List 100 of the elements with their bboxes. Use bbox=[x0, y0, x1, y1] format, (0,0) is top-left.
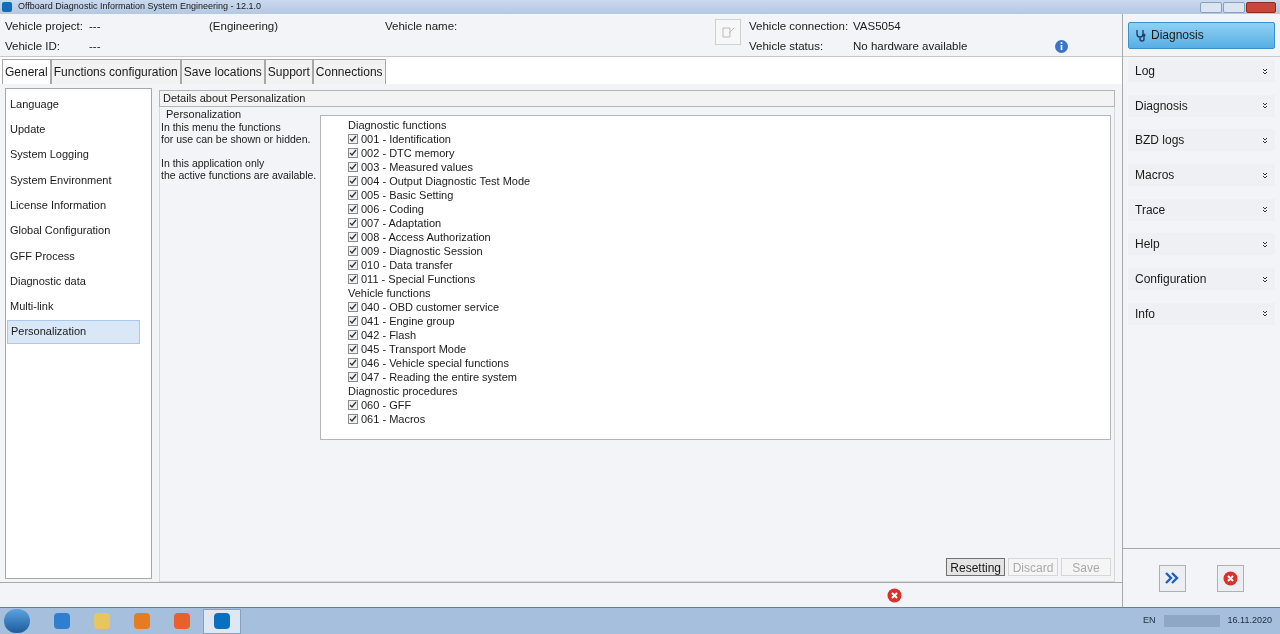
group-title: Personalization bbox=[166, 108, 243, 121]
checkbox[interactable] bbox=[348, 134, 358, 144]
checkbox[interactable] bbox=[348, 274, 358, 284]
checkbox[interactable] bbox=[348, 316, 358, 326]
checkbox[interactable] bbox=[348, 372, 358, 382]
chevron-icon bbox=[1262, 275, 1268, 283]
chevron-icon bbox=[1262, 136, 1268, 144]
function-label: 061 - Macros bbox=[361, 411, 426, 427]
tab[interactable]: Connections bbox=[312, 59, 386, 84]
pencil-icon bbox=[721, 25, 735, 39]
panel-section[interactable]: Log bbox=[1128, 60, 1275, 82]
panel-section[interactable]: Info bbox=[1128, 302, 1275, 325]
nav-item[interactable]: GFF Process bbox=[7, 243, 140, 268]
function-label: 005 - Basic Setting bbox=[361, 187, 454, 203]
field-value: --- bbox=[89, 19, 102, 35]
panel-section[interactable]: Trace bbox=[1128, 198, 1275, 221]
panel-section[interactable]: Configuration bbox=[1128, 268, 1275, 291]
checkbox[interactable] bbox=[348, 260, 358, 270]
checkbox[interactable] bbox=[348, 176, 358, 186]
panel-section[interactable]: Macros bbox=[1128, 164, 1275, 187]
function-label: 045 - Transport Mode bbox=[361, 341, 467, 357]
field-label: Vehicle ID: bbox=[5, 39, 61, 55]
function-label: 002 - DTC memory bbox=[361, 145, 455, 161]
checkbox[interactable] bbox=[348, 218, 358, 228]
group-heading: Diagnostic functions bbox=[348, 118, 448, 132]
chevron-icon bbox=[1262, 310, 1268, 318]
forward-button[interactable] bbox=[1158, 564, 1186, 592]
field-label: Vehicle name: bbox=[385, 19, 459, 35]
nav-item[interactable]: System Logging bbox=[7, 142, 140, 167]
chevron-icon bbox=[1262, 240, 1268, 248]
double-chevron-icon bbox=[1164, 571, 1181, 585]
field-label: Vehicle connection: bbox=[749, 19, 850, 35]
chevron-icon bbox=[1262, 67, 1268, 75]
diagnosis-mode-button[interactable]: Diagnosis bbox=[1128, 21, 1275, 49]
function-label: 047 - Reading the entire system bbox=[361, 369, 517, 385]
chevron-icon bbox=[1262, 102, 1268, 110]
stethoscope-icon bbox=[1134, 28, 1148, 42]
checkbox[interactable] bbox=[348, 344, 358, 354]
nav-item[interactable]: Personalization bbox=[7, 319, 140, 344]
checkbox[interactable] bbox=[348, 414, 358, 424]
start-button[interactable] bbox=[4, 609, 30, 633]
close-button[interactable] bbox=[1217, 564, 1245, 592]
checkbox[interactable] bbox=[348, 302, 358, 312]
checkbox[interactable] bbox=[348, 232, 358, 242]
tab[interactable]: Save locations bbox=[180, 59, 265, 84]
nav-item[interactable]: License Information bbox=[7, 193, 140, 218]
tab[interactable]: Support bbox=[264, 59, 313, 84]
clock-date[interactable]: 16.11.2020 bbox=[1227, 614, 1272, 628]
panel-section[interactable]: BZD logs bbox=[1128, 129, 1275, 152]
language-indicator[interactable]: EN bbox=[1143, 614, 1156, 628]
chevron-icon bbox=[1262, 171, 1268, 179]
checkbox[interactable] bbox=[348, 204, 358, 214]
info-icon[interactable] bbox=[1054, 39, 1069, 54]
field-label: Vehicle project: bbox=[5, 19, 84, 35]
function-label: 060 - GFF bbox=[361, 397, 412, 413]
error-icon bbox=[887, 587, 902, 603]
function-label: 040 - OBD customer service bbox=[361, 299, 500, 315]
function-label: 011 - Special Functions bbox=[361, 271, 476, 287]
function-label: 001 - Identification bbox=[361, 131, 451, 147]
error-icon bbox=[1223, 570, 1239, 586]
panel-section[interactable]: Diagnosis bbox=[1128, 94, 1275, 117]
function-label: 004 - Output Diagnostic Test Mode bbox=[361, 173, 531, 189]
function-label: 010 - Data transfer bbox=[361, 257, 453, 273]
checkbox[interactable] bbox=[348, 246, 358, 256]
section-header: Details about Personalization bbox=[159, 90, 1115, 107]
chevron-icon bbox=[1262, 206, 1268, 214]
panel-section[interactable]: Help bbox=[1128, 233, 1275, 256]
checkbox[interactable] bbox=[348, 190, 358, 200]
function-label: 008 - Access Authorization bbox=[361, 229, 491, 245]
checkbox[interactable] bbox=[348, 358, 358, 368]
tab[interactable]: Functions configuration bbox=[50, 59, 181, 84]
function-label: 003 - Measured values bbox=[361, 159, 473, 175]
function-label: 041 - Engine group bbox=[361, 313, 455, 329]
group-heading: Vehicle functions bbox=[348, 286, 432, 300]
tab[interactable]: General bbox=[2, 59, 51, 84]
nav-item[interactable]: System Environment bbox=[7, 167, 140, 192]
field-value: --- bbox=[89, 39, 102, 55]
field-label: Vehicle status: bbox=[749, 39, 825, 55]
function-label: 046 - Vehicle special functions bbox=[361, 355, 509, 371]
nav-item[interactable]: Global Configuration bbox=[7, 218, 140, 243]
group-heading: Diagnostic procedures bbox=[348, 384, 459, 398]
checkbox[interactable] bbox=[348, 148, 358, 158]
window-title: Offboard Diagnostic Information System Engineering - 12.1.0 bbox=[18, 0, 261, 14]
nav-item[interactable]: Language bbox=[7, 92, 140, 116]
function-label: 009 - Diagnostic Session bbox=[361, 243, 483, 259]
field-value: VAS5054 bbox=[853, 19, 902, 35]
nav-item[interactable]: Diagnostic data bbox=[7, 269, 140, 294]
field-value: (Engineering) bbox=[209, 19, 280, 35]
app-icon bbox=[2, 2, 12, 12]
checkbox[interactable] bbox=[348, 330, 358, 340]
description-line: In this application only bbox=[161, 157, 266, 169]
function-label: 007 - Adaptation bbox=[361, 215, 442, 231]
description-line: for use can be shown or hidden. bbox=[161, 133, 312, 145]
nav-item[interactable]: Update bbox=[7, 117, 140, 142]
action-button[interactable]: Resetting bbox=[946, 558, 1005, 576]
checkbox[interactable] bbox=[348, 400, 358, 410]
close-button[interactable] bbox=[1246, 1, 1276, 13]
checkbox[interactable] bbox=[348, 162, 358, 172]
nav-item[interactable]: Multi-link bbox=[7, 294, 140, 319]
function-label: 006 - Coding bbox=[361, 201, 424, 217]
